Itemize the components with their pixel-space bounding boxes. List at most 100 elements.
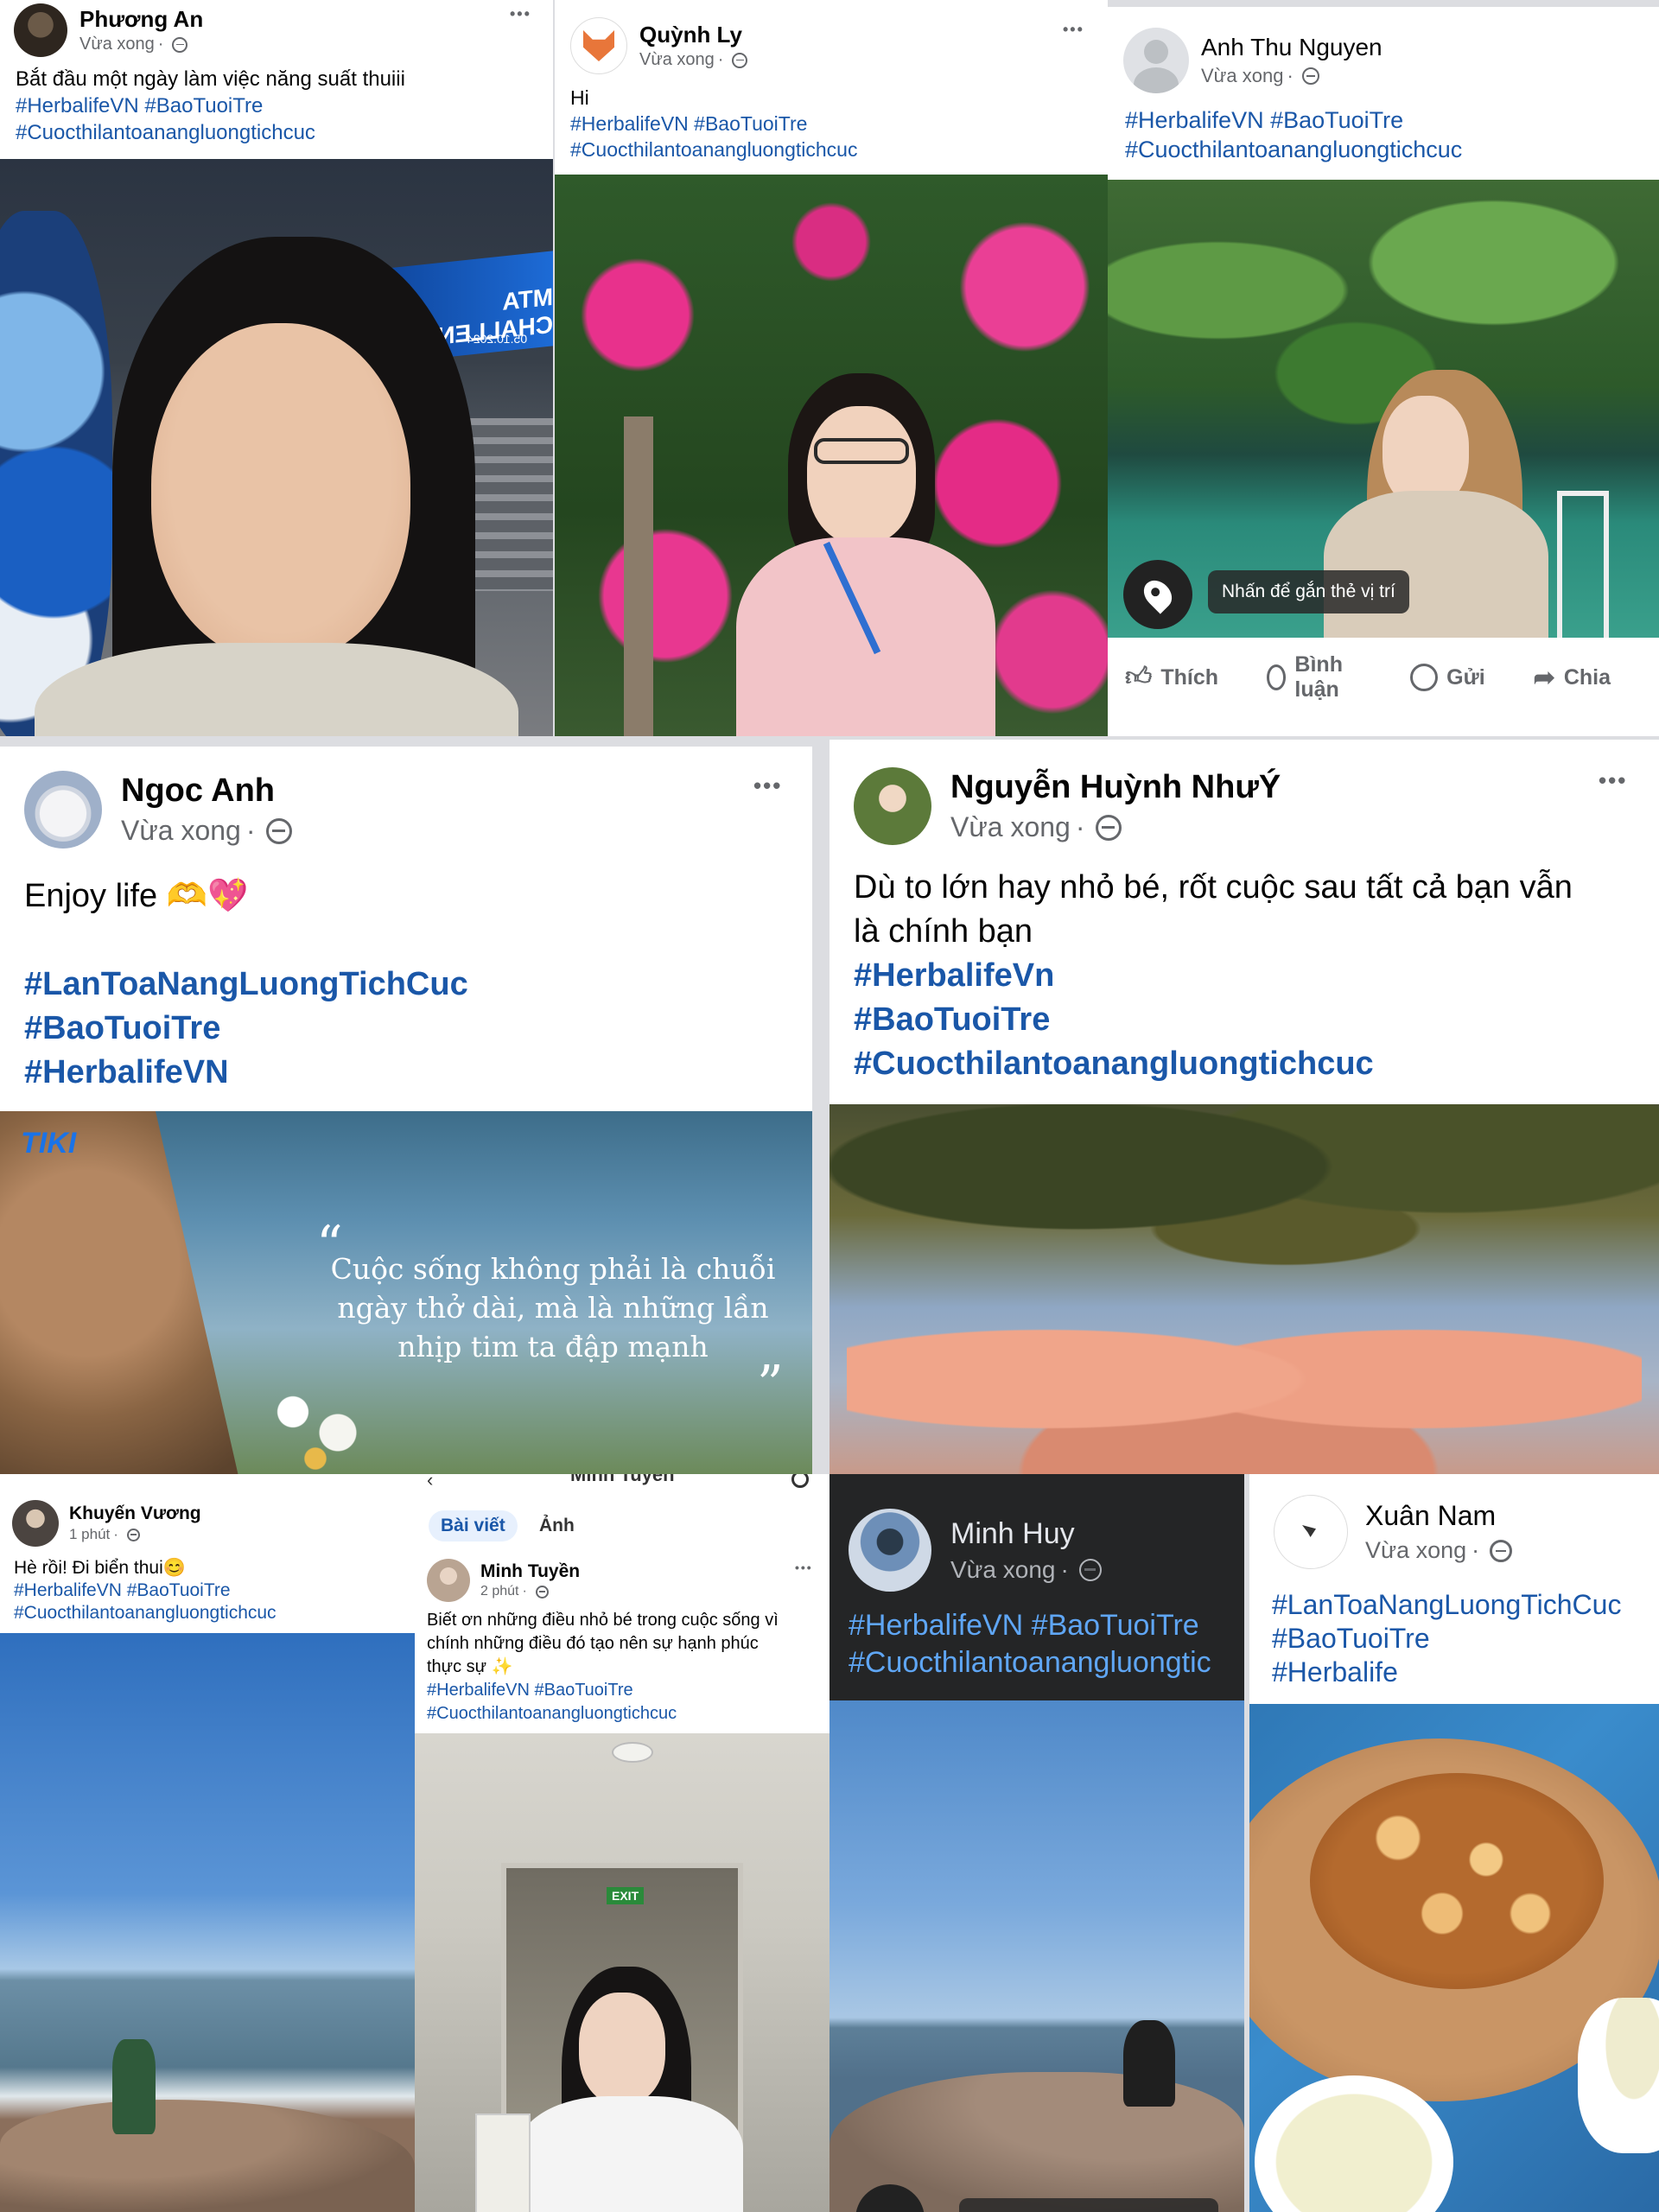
post-photo[interactable] <box>1249 1704 1659 2212</box>
location-tag-chip[interactable] <box>959 2198 1218 2212</box>
hashtag[interactable]: #Cuocthilantoanangluongtichcuc <box>854 1042 1573 1086</box>
post-time[interactable]: Vừa xong <box>1365 1537 1466 1564</box>
post-time[interactable]: 2 phút <box>480 1584 518 1599</box>
author-name[interactable]: Phương An <box>79 6 203 33</box>
post-text: thực sự ✨ <box>427 1657 513 1676</box>
hashtag[interactable]: #Herbalife <box>1272 1656 1621 1689</box>
share-button[interactable]: ➦ Chia <box>1534 663 1611 693</box>
quote-line: ngày thở dài, mà là những lần <box>337 1291 769 1325</box>
ceiling-light <box>612 1742 653 1763</box>
location-tag-hint[interactable]: Nhấn để gắn thẻ vị trí <box>1208 570 1409 613</box>
globe-icon <box>732 52 748 68</box>
post-photo[interactable] <box>0 1633 415 2212</box>
person-face <box>807 406 916 544</box>
comment-button[interactable]: Bình luận <box>1267 652 1362 702</box>
hashtag[interactable]: #HerbalifeVN #BaoTuoiTre <box>570 111 857 137</box>
post-text: chính những điều đó tạo nên sự hạnh phúc <box>427 1634 759 1653</box>
post-time[interactable]: Vừa xong <box>950 1556 1056 1584</box>
avatar[interactable] <box>12 1500 59 1547</box>
author-name[interactable]: Nguyễn Huỳnh NhưÝ <box>950 769 1281 806</box>
post-time[interactable]: Vừa xong <box>1201 65 1283 87</box>
person-face <box>579 1993 665 2105</box>
hashtag[interactable]: #Cuocthilantoanangluongtichcuc <box>1125 135 1462 164</box>
post-time[interactable]: Vừa xong <box>639 50 715 70</box>
globe-icon <box>1490 1539 1513 1562</box>
avatar[interactable] <box>24 771 102 849</box>
send-label: Gửi <box>1446 664 1485 690</box>
screen-date: 05.10.2024 <box>467 332 528 346</box>
logo-icon <box>1302 1525 1316 1537</box>
tree-trunk <box>624 416 653 736</box>
tree-foliage <box>830 1104 1659 1312</box>
location-pin-button[interactable] <box>1123 560 1192 629</box>
back-icon[interactable]: ‹ <box>427 1474 433 1491</box>
tab-posts[interactable]: Bài viết <box>429 1510 518 1541</box>
cup <box>1578 1998 1659 2153</box>
post-time[interactable]: Vừa xong <box>950 811 1071 843</box>
post-khuyen-vuong: Khuyến Vương 1 phút · Hè rồi! Đi biển thu… <box>0 1474 415 2212</box>
hashtag[interactable]: #BaoTuoiTre <box>1272 1622 1621 1656</box>
author-name[interactable]: Xuân Nam <box>1365 1500 1512 1532</box>
comment-label: Bình luận <box>1294 652 1343 702</box>
hashtag[interactable]: #HerbalifeVN #BaoTuoiTre <box>427 1679 779 1702</box>
hashtag[interactable]: #Cuocthilantoanangluongtic <box>849 1644 1211 1681</box>
rock-cliff <box>0 1111 242 1474</box>
post-photo[interactable] <box>830 1700 1244 2212</box>
post-photo[interactable]: MTA CHALLENGES 05.10.2024 <box>0 159 553 736</box>
tab-photos[interactable]: Ảnh <box>539 1516 575 1536</box>
author-name[interactable]: Quỳnh Ly <box>639 22 747 48</box>
tab-label: Bài viết <box>441 1516 505 1535</box>
post-ngoc-anh: Ngoc Anh Vừa xong · ••• Enjoy life 🫶💖 #La… <box>0 747 812 1474</box>
tab-label: Ảnh <box>539 1516 575 1535</box>
hashtag[interactable]: #HerbalifeVN <box>24 1051 468 1095</box>
author-name[interactable]: Ngoc Anh <box>121 772 292 810</box>
author-name[interactable]: Minh Huy <box>950 1517 1102 1551</box>
hashtag[interactable]: #LanToaNangLuongTichCuc <box>1272 1588 1621 1622</box>
search-icon[interactable] <box>791 1474 809 1488</box>
hashtag[interactable]: #HerbalifeVN #BaoTuoiTre <box>14 1580 276 1602</box>
hashtag[interactable]: #HerbalifeVN #BaoTuoiTre <box>849 1607 1211 1644</box>
post-text: là chính bạn <box>854 913 1033 950</box>
hashtag[interactable]: #Cuocthilantoanangluongtichcuc <box>427 1702 779 1726</box>
post-photo[interactable]: TIKI “ Cuộc sống không phải là chuỗi ngà… <box>0 1111 812 1474</box>
hashtag[interactable]: #Cuocthilantoanangluongtichcuc <box>570 137 857 162</box>
post-time[interactable]: 1 phút <box>69 1526 110 1543</box>
more-options-icon[interactable]: ••• <box>795 1560 813 1574</box>
flower-arrangement <box>0 211 112 736</box>
post-photo[interactable] <box>555 175 1108 736</box>
more-options-icon[interactable]: ••• <box>1599 767 1627 794</box>
send-button[interactable]: Gửi <box>1410 664 1485 691</box>
post-nguyen-huynh-nhuy: Nguyễn Huỳnh NhưÝ Vừa xong · ••• Dù to lớ… <box>830 740 1659 1474</box>
post-photo[interactable]: Nhấn để gắn thẻ vị trí <box>1108 180 1659 638</box>
author-name[interactable]: Anh Thu Nguyen <box>1201 34 1382 61</box>
more-options-icon[interactable]: ••• <box>1063 21 1084 39</box>
post-photo[interactable] <box>830 1104 1659 1474</box>
white-flowers <box>259 1370 372 1474</box>
hashtag[interactable]: #BaoTuoiTre <box>854 998 1573 1042</box>
avatar[interactable] <box>427 1559 470 1602</box>
like-button[interactable]: 👍︎ Thích <box>1125 662 1218 693</box>
post-time[interactable]: Vừa xong <box>79 35 155 54</box>
post-time[interactable]: Vừa xong <box>121 815 241 847</box>
hashtag[interactable]: #Cuocthilantoanangluongtichcuc <box>14 1602 276 1624</box>
author-name[interactable]: Minh Tuyền <box>480 1561 580 1582</box>
hashtag[interactable]: #HerbalifeVN #BaoTuoiTre <box>1125 105 1462 135</box>
avatar-placeholder[interactable] <box>1123 28 1189 93</box>
more-options-icon[interactable]: ••• <box>753 772 782 799</box>
hashtag[interactable]: #BaoTuoiTre <box>24 1007 468 1051</box>
post-photo[interactable]: EXIT <box>415 1733 830 2212</box>
avatar[interactable] <box>14 3 67 57</box>
hashtag[interactable]: #Cuocthilantoanangluongtichcuc <box>16 119 405 146</box>
post-xuan-nam: Xuân Nam Vừa xong · #LanToaNangLuongTichC… <box>1249 1474 1659 2212</box>
avatar[interactable] <box>854 767 931 845</box>
avatar[interactable] <box>570 17 627 74</box>
post-text: Biết ơn những điều nhỏ bé trong cuộc sốn… <box>427 1611 779 1630</box>
hashtag[interactable]: #LanToaNangLuongTichCuc <box>24 963 468 1007</box>
avatar[interactable] <box>1274 1495 1348 1569</box>
author-name[interactable]: Khuyến Vương <box>69 1503 201 1524</box>
hashtag[interactable]: #HerbalifeVN #BaoTuoiTre <box>16 92 405 119</box>
more-options-icon[interactable]: ••• <box>510 5 531 23</box>
avatar[interactable] <box>849 1509 931 1592</box>
hashtag[interactable]: #HerbalifeVn <box>854 954 1573 998</box>
share-icon: ➦ <box>1533 663 1555 692</box>
